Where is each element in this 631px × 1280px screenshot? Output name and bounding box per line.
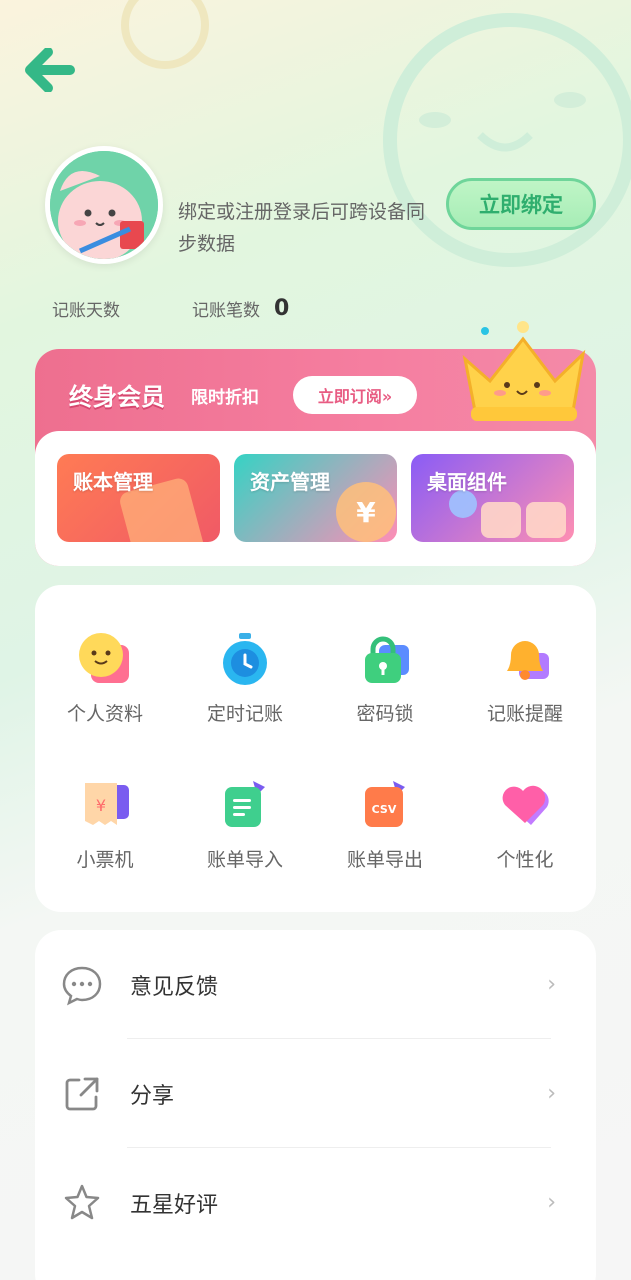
vip-card[interactable]: 终身会员 限时折扣 立即订阅» 账本管理 ¥ 资产管理 桌面组件	[35, 321, 596, 566]
chevron-right-icon: ›	[547, 1081, 556, 1106]
tile-widget-label: 桌面组件	[427, 470, 507, 494]
avatar[interactable]	[45, 146, 163, 264]
bind-now-button[interactable]: 立即绑定	[446, 178, 596, 230]
tile-asset-management[interactable]: ¥ 资产管理	[234, 454, 397, 542]
tile-desktop-widget[interactable]: 桌面组件	[411, 454, 574, 542]
receipt-icon: ¥	[85, 783, 129, 825]
feature-receipt-printer[interactable]: ¥ 小票机	[35, 777, 175, 872]
menu-item-label: 意见反馈	[130, 974, 219, 1000]
share-icon	[65, 1077, 99, 1110]
features-grid: 个人资料 定时记账 密码锁 记账提醒 ¥ 小票机 账单导入 CSV 账单导出 个…	[35, 585, 596, 912]
svg-text:¥: ¥	[96, 796, 106, 815]
bill-import-icon	[225, 781, 265, 827]
chevron-right-icon: ›	[547, 1190, 556, 1215]
feature-reminder[interactable]: 记账提醒	[455, 631, 595, 726]
background-coin-outline	[121, 0, 209, 69]
vip-feature-panel: 账本管理 ¥ 资产管理 桌面组件	[35, 431, 596, 566]
feature-personal-info[interactable]: 个人资料	[35, 631, 175, 726]
alarm-clock-icon	[223, 633, 267, 685]
feature-label: 记账提醒	[486, 703, 563, 725]
feature-password-lock[interactable]: 密码锁	[315, 631, 455, 726]
svg-text:CSV: CSV	[372, 803, 397, 816]
chevron-right-icon: ›	[547, 972, 556, 997]
tile-asset-label: 资产管理	[250, 470, 330, 494]
svg-text:¥: ¥	[356, 496, 376, 529]
tile-ledger-management[interactable]: 账本管理	[57, 454, 220, 542]
feature-label: 个人资料	[66, 703, 143, 725]
feature-label: 个性化	[496, 849, 554, 871]
feature-personalization[interactable]: 个性化	[455, 777, 595, 872]
stats-row: 记账天数 记账笔数 0	[52, 296, 347, 321]
menu-item-label: 五星好评	[130, 1192, 219, 1218]
csv-export-icon: CSV	[365, 781, 405, 827]
stat-records: 记账笔数 0	[192, 296, 289, 321]
vip-title: 终身会员	[69, 383, 165, 411]
feature-label: 账单导出	[346, 849, 423, 871]
feature-label: 账单导入	[206, 849, 283, 871]
arrow-left-icon	[25, 48, 75, 92]
menu-item-feedback[interactable]: 意见反馈 ›	[35, 930, 596, 1039]
padlock-icon	[365, 636, 409, 683]
vip-subtitle: 限时折扣	[191, 388, 259, 408]
menu-item-share[interactable]: 分享 ›	[35, 1039, 596, 1148]
login-tip-text: 绑定或注册登录后可跨设备同步数据	[178, 201, 426, 255]
stat-records-value: 0	[274, 296, 290, 321]
feature-label: 密码锁	[356, 703, 414, 725]
smiley-face-icon	[79, 633, 129, 683]
feature-scheduled-bookkeeping[interactable]: 定时记账	[175, 631, 315, 726]
tile-ledger-label: 账本管理	[73, 470, 153, 494]
chat-bubble-icon	[62, 966, 102, 1005]
bell-icon	[507, 641, 549, 680]
star-icon	[64, 1184, 100, 1219]
stat-days-label: 记账天数	[52, 301, 120, 321]
feature-label: 小票机	[76, 849, 134, 871]
stat-records-label: 记账笔数	[192, 301, 260, 321]
menu-list: 意见反馈 › 分享 › 五星好评 ›	[35, 930, 596, 1280]
feature-bill-export[interactable]: CSV 账单导出	[315, 777, 455, 872]
mascot-avatar-image	[50, 151, 158, 259]
stat-days: 记账天数	[52, 296, 134, 321]
feature-label: 定时记账	[206, 703, 283, 725]
menu-item-label: 分享	[130, 1083, 175, 1109]
heart-icon	[502, 785, 549, 825]
feature-bill-import[interactable]: 账单导入	[175, 777, 315, 872]
back-button[interactable]	[22, 42, 78, 98]
subscribe-button[interactable]: 立即订阅»	[293, 376, 417, 414]
menu-item-rate-five-stars[interactable]: 五星好评 ›	[35, 1148, 596, 1257]
crown-icon	[462, 321, 586, 421]
